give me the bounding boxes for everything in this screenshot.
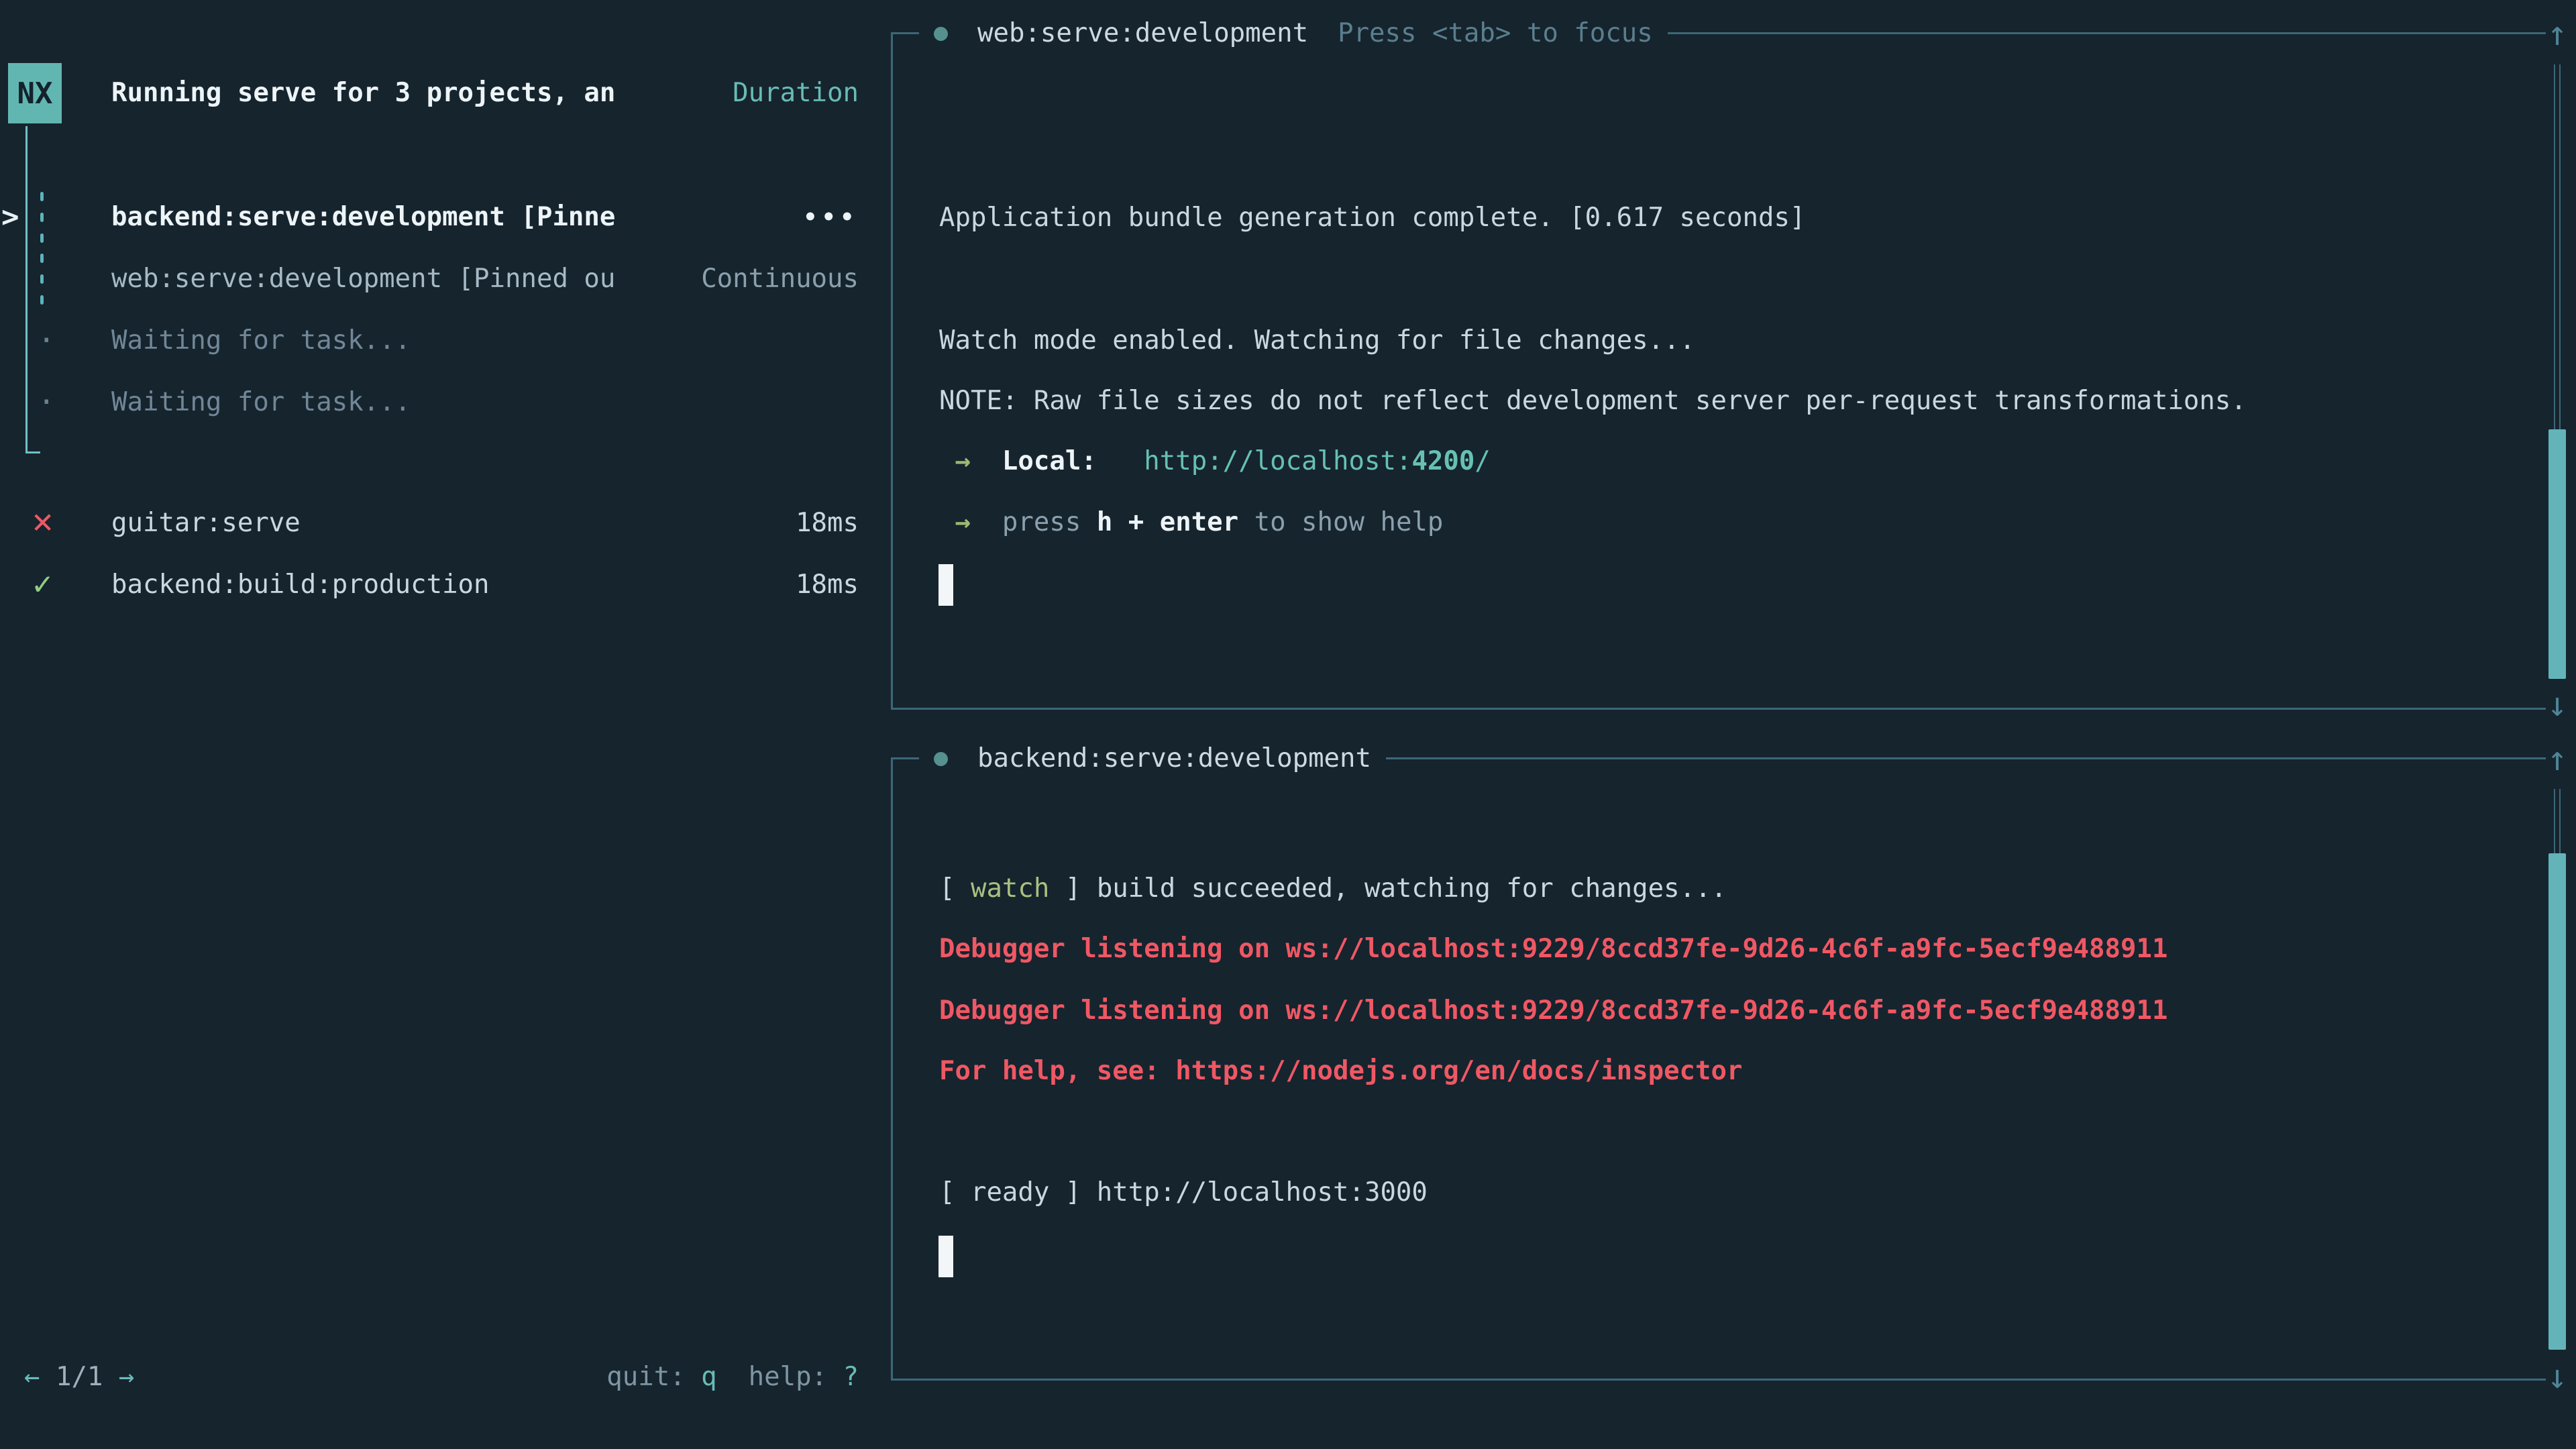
output-panel-web-serve[interactable]: web:serve:developmentPress <tab> to focu… bbox=[891, 32, 2546, 710]
task-name: web:serve:development [Pinned ou bbox=[111, 248, 615, 310]
task-name: guitar:serve bbox=[111, 492, 301, 554]
task-row-web-serve[interactable]: web:serve:development [Pinned ou Continu… bbox=[0, 248, 861, 310]
spacer bbox=[1097, 446, 1144, 476]
footer-bar: ← 1/1 → quit: q help: ? bbox=[0, 1346, 861, 1408]
terminal-line-inspector-help: For help, see: https://nodejs.org/en/doc… bbox=[939, 1040, 1742, 1102]
terminal-line: NOTE: Raw file sizes do not reflect deve… bbox=[939, 370, 2247, 432]
quit-label: quit: bbox=[606, 1362, 701, 1392]
terminal-line-watch: [ watch ] build succeeded, watching for … bbox=[939, 858, 1727, 920]
keybind-hints: quit: q help: ? bbox=[606, 1346, 859, 1408]
duration-column-header: Duration bbox=[733, 63, 859, 123]
task-row-waiting-1[interactable]: · Waiting for task... bbox=[0, 310, 861, 372]
task-duration: 18ms bbox=[796, 492, 859, 554]
local-url-link[interactable]: http://localhost: bbox=[1144, 446, 1411, 476]
task-duration: Continuous bbox=[701, 248, 859, 310]
help-label: help: bbox=[749, 1362, 843, 1392]
watch-tag: watch bbox=[971, 873, 1049, 904]
help-key: ? bbox=[843, 1362, 859, 1392]
panel-title: web:serve:development bbox=[977, 3, 1308, 64]
scroll-up-icon[interactable]: ↑ bbox=[2540, 16, 2575, 51]
arrow-icon: → bbox=[939, 446, 1002, 476]
task-row-guitar-serve[interactable]: ✕ guitar:serve 18ms bbox=[0, 492, 861, 554]
panel-title-bar: web:serve:development Press <tab> to focu… bbox=[919, 3, 1668, 64]
task-tree-guide-foot bbox=[25, 451, 40, 453]
press-text: press bbox=[1002, 507, 1097, 537]
task-row-waiting-2[interactable]: · Waiting for task... bbox=[0, 372, 861, 433]
quit-key: q bbox=[701, 1362, 716, 1392]
bracket: [ bbox=[939, 873, 971, 904]
task-list-header: Running serve for 3 projects, an Duratio… bbox=[0, 63, 861, 123]
task-duration: ••• bbox=[804, 186, 859, 248]
status-dot-icon bbox=[934, 752, 948, 766]
terminal-line-local-url: → Local: http://localhost:4200/ bbox=[939, 431, 1491, 492]
task-row-backend-build[interactable]: ✓ backend:build:production 18ms bbox=[0, 554, 861, 616]
terminal-line-debugger: Debugger listening on ws://localhost:922… bbox=[939, 980, 2167, 1042]
focus-hint: Press <tab> to focus bbox=[1338, 3, 1653, 64]
waiting-dot-icon: · bbox=[38, 310, 56, 372]
terminal-cursor bbox=[938, 564, 953, 606]
terminal-line: Watch mode enabled. Watching for file ch… bbox=[939, 310, 1695, 372]
status-dot-icon bbox=[934, 27, 948, 41]
task-duration: 18ms bbox=[796, 554, 859, 616]
scroll-down-icon[interactable]: ↓ bbox=[2540, 1359, 2575, 1394]
watch-text: ] build succeeded, watching for changes.… bbox=[1049, 873, 1727, 904]
waiting-dot-icon: · bbox=[38, 372, 56, 433]
terminal-line: Application bundle generation complete. … bbox=[939, 187, 1805, 249]
hint-separator bbox=[717, 1362, 749, 1392]
task-name: backend:build:production bbox=[111, 554, 490, 616]
press-text-tail: to show help bbox=[1238, 507, 1443, 537]
panel-title-bar: backend:serve:development bbox=[919, 728, 1386, 790]
task-list-title: Running serve for 3 projects, an bbox=[111, 63, 615, 123]
local-url-slash[interactable]: / bbox=[1474, 446, 1490, 476]
scrollbar-thumb[interactable] bbox=[2548, 429, 2566, 679]
task-name: Waiting for task... bbox=[111, 310, 411, 372]
selected-caret-icon: > bbox=[1, 186, 19, 248]
running-spinner-icon bbox=[40, 254, 44, 305]
scrollbar-track[interactable] bbox=[2554, 789, 2561, 853]
scrollbar-thumb[interactable] bbox=[2548, 853, 2566, 1350]
scroll-up-icon[interactable]: ↑ bbox=[2540, 741, 2575, 776]
success-check-icon: ✓ bbox=[31, 554, 54, 616]
output-panel-backend-serve[interactable]: backend:serve:development [ watch ] buil… bbox=[891, 757, 2546, 1381]
page-indicator: ← 1/1 → bbox=[24, 1346, 134, 1408]
task-name: backend:serve:development [Pinne bbox=[111, 186, 615, 248]
keyboard-shortcut: h + enter bbox=[1097, 507, 1238, 537]
local-label: Local: bbox=[1002, 446, 1097, 476]
nx-tui-terminal: { "colors": { "background": "#16242e", "… bbox=[0, 0, 2576, 1449]
scrollbar-track[interactable] bbox=[2554, 64, 2561, 429]
scroll-down-icon[interactable]: ↓ bbox=[2540, 687, 2575, 722]
arrow-icon: → bbox=[939, 507, 1002, 537]
pager-right-arrow-icon[interactable]: → bbox=[119, 1362, 134, 1392]
page-count: 1/1 bbox=[40, 1362, 118, 1392]
terminal-line-ready: [ ready ] http://localhost:3000 bbox=[939, 1162, 1428, 1224]
terminal-line-debugger: Debugger listening on ws://localhost:922… bbox=[939, 918, 2167, 980]
task-row-backend-serve[interactable]: > backend:serve:development [Pinne ••• bbox=[0, 186, 861, 248]
terminal-cursor bbox=[938, 1236, 953, 1277]
local-url-port[interactable]: 4200 bbox=[1411, 446, 1474, 476]
running-spinner-icon bbox=[40, 192, 44, 243]
panel-title: backend:serve:development bbox=[977, 728, 1371, 790]
pager-left-arrow-icon[interactable]: ← bbox=[24, 1362, 40, 1392]
task-name: Waiting for task... bbox=[111, 372, 411, 433]
terminal-line-help-hint: → press h + enter to show help bbox=[939, 492, 1443, 553]
failed-x-icon: ✕ bbox=[31, 492, 54, 554]
